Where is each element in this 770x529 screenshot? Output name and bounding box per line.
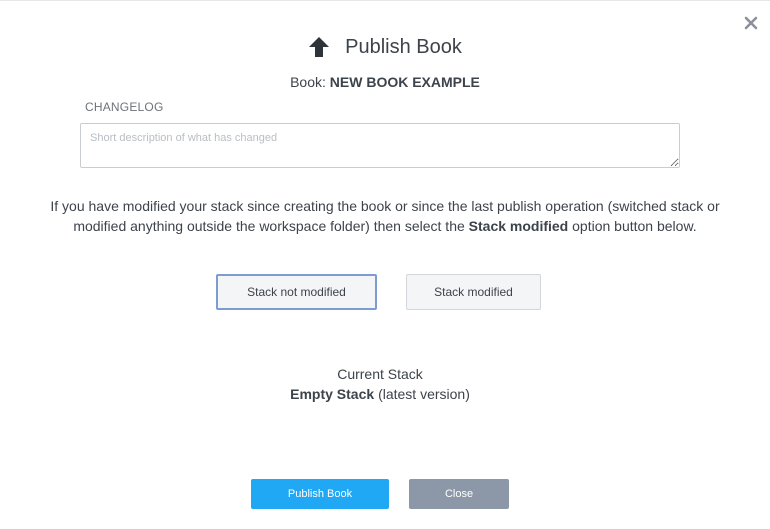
current-stack-value: Empty Stack (latest version): [0, 386, 760, 402]
changelog-field[interactable]: [80, 123, 680, 168]
book-label: Book:: [290, 74, 326, 90]
publish-book-label: Publish Book: [287, 488, 353, 500]
close-button[interactable]: Close: [409, 479, 509, 509]
stack-not-modified-label: Stack not modified: [247, 285, 346, 299]
close-button-label: Close: [444, 488, 474, 500]
close-icon[interactable]: [744, 16, 758, 30]
current-stack-name: Empty Stack: [290, 386, 375, 402]
info-text-after: option button below.: [568, 217, 697, 234]
publish-book-button[interactable]: Publish Book: [251, 479, 389, 509]
current-stack-label: Current Stack: [337, 366, 423, 382]
changelog-label: CHANGELOG: [85, 100, 164, 114]
stack-info-text: If you have modified your stack since cr…: [30, 197, 740, 236]
upload-arrow-icon: [308, 36, 330, 58]
book-info: Book: NEW BOOK EXAMPLE: [0, 74, 770, 90]
stack-modified-label: Stack modified: [434, 285, 513, 299]
current-stack-version: (latest version): [378, 386, 470, 402]
book-name: NEW BOOK EXAMPLE: [329, 74, 480, 90]
info-text-bold: Stack modified: [468, 217, 569, 234]
stack-not-modified-button[interactable]: Stack not modified: [216, 274, 377, 310]
dialog-title: Publish Book: [345, 35, 462, 58]
dialog-header: Publish Book: [0, 33, 770, 61]
stack-modified-button[interactable]: Stack modified: [406, 274, 541, 310]
top-divider: [0, 0, 770, 1]
